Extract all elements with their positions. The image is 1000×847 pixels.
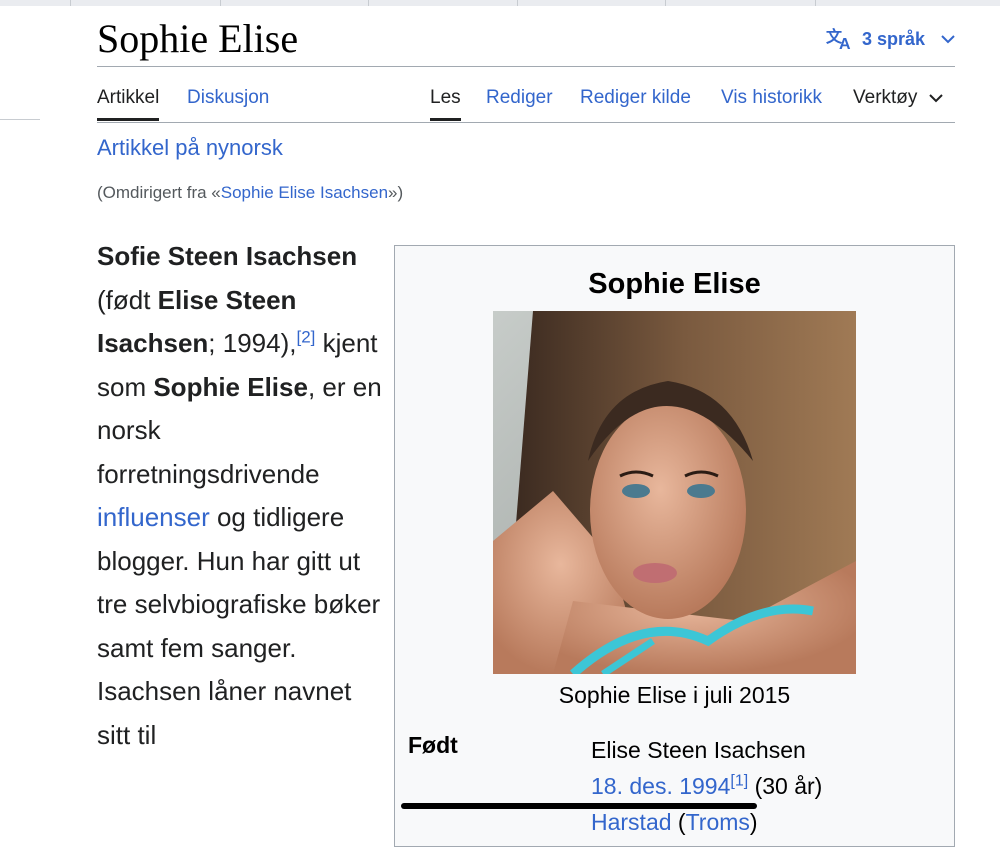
page-title: Sophie Elise	[97, 16, 299, 61]
region-link[interactable]: Troms	[686, 809, 750, 835]
home-indicator[interactable]	[401, 803, 757, 809]
lead-text: ; 1994),	[208, 328, 297, 358]
tools-label: Verktøy	[853, 87, 918, 108]
tab-edit[interactable]: Rediger	[486, 86, 553, 110]
reference-link[interactable]: [2]	[296, 327, 315, 346]
bold-name: Sofie Steen Isachsen	[97, 241, 358, 271]
bold-stage-name: Sophie Elise	[153, 371, 308, 402]
infobox-title: Sophie Elise	[588, 268, 761, 300]
lead-paragraph: Sofie Steen Isachsen (født Elise Steen I…	[97, 235, 387, 757]
photo-caption: Sophie Elise i juli 2015	[558, 682, 791, 708]
born-label: Født	[408, 732, 458, 758]
sidebar-divider	[0, 119, 40, 120]
redirect-prefix: (Omdirigert fra «	[97, 183, 221, 202]
infobox: Sophie Elise Sophie Elise i juli 2015 Fø…	[394, 245, 955, 847]
reference-link[interactable]: [1]	[730, 772, 748, 789]
redirect-notice: (Omdirigert fra «Sophie Elise Isachsen»)	[97, 183, 403, 203]
translate-icon: 文 A	[826, 27, 851, 51]
tab-edit-source[interactable]: Rediger kilde	[580, 86, 691, 110]
chevron-down-icon	[941, 35, 955, 44]
browser-tab-strip	[0, 0, 1000, 6]
born-value: Elise Steen Isachsen 18. des. 1994[1] (3…	[591, 732, 822, 840]
tab-article[interactable]: Artikkel	[97, 86, 160, 121]
portrait-photo[interactable]	[493, 311, 856, 674]
nynorsk-article-link[interactable]: Artikkel på nynorsk	[97, 135, 283, 161]
influencer-link[interactable]: influenser	[97, 502, 210, 532]
birth-date-link[interactable]: 18. des. 1994	[591, 773, 730, 799]
chevron-down-icon	[929, 94, 944, 103]
tab-discussion[interactable]: Diskusjon	[187, 86, 269, 110]
language-count: 3 språk	[861, 28, 925, 49]
birth-name: Elise Steen Isachsen	[591, 737, 806, 763]
redirect-source-link[interactable]: Sophie Elise Isachsen	[221, 183, 388, 202]
tab-read[interactable]: Les	[430, 86, 461, 121]
birth-place-line: Harstad (Troms)	[591, 809, 758, 835]
tab-history[interactable]: Vis historikk	[721, 86, 822, 110]
page-tabs: Artikkel Diskusjon Les Rediger Rediger k…	[97, 86, 955, 122]
lead-text: (født	[97, 284, 158, 315]
tools-menu[interactable]: Verktøy	[853, 86, 944, 110]
title-divider	[97, 66, 955, 67]
birth-date-line: 18. des. 1994[1] (30 år)	[591, 768, 822, 804]
lead-text: og tidligere blogger. Hun har gitt ut tr…	[97, 502, 381, 750]
age: (30 år)	[748, 773, 823, 799]
redirect-suffix: »)	[388, 183, 404, 202]
language-button[interactable]: 文 A 3 språk	[826, 27, 955, 51]
birthplace-link[interactable]: Harstad	[591, 809, 672, 835]
tabs-divider	[97, 122, 955, 123]
portrait-image	[493, 311, 856, 674]
svg-text:A: A	[839, 36, 851, 51]
